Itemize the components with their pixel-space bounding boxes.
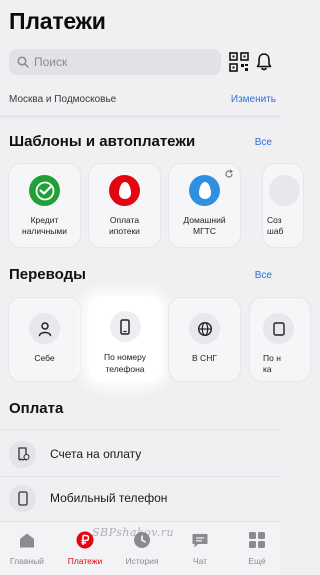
tab-more[interactable]: Ещё xyxy=(232,530,282,566)
transfer-cis-card[interactable]: В СНГ xyxy=(169,298,240,381)
transfer-label: По н ка xyxy=(263,353,281,374)
mgts-egg-logo-icon xyxy=(189,175,220,206)
tab-label: Чат xyxy=(192,556,208,566)
tab-label: Главный xyxy=(10,556,44,566)
region-change-link[interactable]: Изменить xyxy=(231,94,276,105)
template-label: Соз шаб xyxy=(267,215,284,236)
payment-item-label: Мобильный телефон xyxy=(50,491,168,505)
section-divider xyxy=(0,115,281,118)
tab-chat[interactable]: Чат xyxy=(175,530,225,566)
templates-title: Шаблоны и автоплатежи xyxy=(9,133,196,150)
bell-icon[interactable] xyxy=(255,52,273,72)
template-mgts-card[interactable]: Домашний МГТС xyxy=(169,164,240,247)
mobile-phone-icon xyxy=(9,484,36,512)
watermark: SBPshakov.ru xyxy=(92,526,175,539)
person-icon xyxy=(29,313,60,344)
payment-bills-row[interactable]: Счета на оплату xyxy=(0,433,281,475)
search-input[interactable] xyxy=(34,55,194,69)
template-credit-card[interactable]: Кредит наличными xyxy=(9,164,80,247)
transfer-self-card[interactable]: Себе xyxy=(9,298,80,381)
grid-icon xyxy=(247,530,267,550)
region-name: Москва и Подмосковье xyxy=(9,94,117,105)
card-icon xyxy=(263,313,294,344)
home-icon xyxy=(17,530,37,550)
template-create-card[interactable]: Соз шаб xyxy=(263,164,303,247)
transfer-phone-card[interactable]: По номеру телефона xyxy=(89,296,161,382)
payment-mobile-row[interactable]: Мобильный телефон xyxy=(0,477,281,519)
template-label: Кредит наличными xyxy=(22,215,67,236)
mts-egg-logo-icon xyxy=(109,175,140,206)
search-icon xyxy=(17,56,29,68)
transfer-card-number-card[interactable]: По н ка xyxy=(250,298,310,381)
tab-label: История xyxy=(125,556,159,566)
templates-all-link[interactable]: Все xyxy=(255,137,272,148)
template-mortgage-card[interactable]: Оплата ипотеки xyxy=(89,164,160,247)
sber-logo-icon xyxy=(29,175,60,206)
transfer-label: Себе xyxy=(34,353,55,363)
globe-icon xyxy=(189,313,220,344)
chat-icon xyxy=(190,530,210,550)
qr-code-icon[interactable] xyxy=(229,52,249,72)
tab-main[interactable]: Главный xyxy=(2,530,52,566)
bill-icon xyxy=(9,440,36,468)
template-label: Домашний МГТС xyxy=(183,215,226,236)
row-divider xyxy=(0,429,281,430)
template-label: Оплата ипотеки xyxy=(109,215,140,236)
payment-item-label: Счета на оплату xyxy=(50,447,142,461)
add-template-icon xyxy=(269,175,300,206)
transfers-all-link[interactable]: Все xyxy=(255,270,272,281)
tab-label: Платежи xyxy=(67,556,103,566)
autopay-refresh-icon xyxy=(225,169,233,178)
search-box[interactable] xyxy=(9,49,221,75)
page-title: Платежи xyxy=(9,8,106,34)
transfer-label: В СНГ xyxy=(192,353,217,363)
transfers-title: Переводы xyxy=(9,266,86,283)
phone-icon xyxy=(109,311,141,342)
payment-title: Оплата xyxy=(9,400,64,417)
transfer-label: По номеру телефона xyxy=(103,352,147,374)
tab-label: Ещё xyxy=(248,556,266,566)
